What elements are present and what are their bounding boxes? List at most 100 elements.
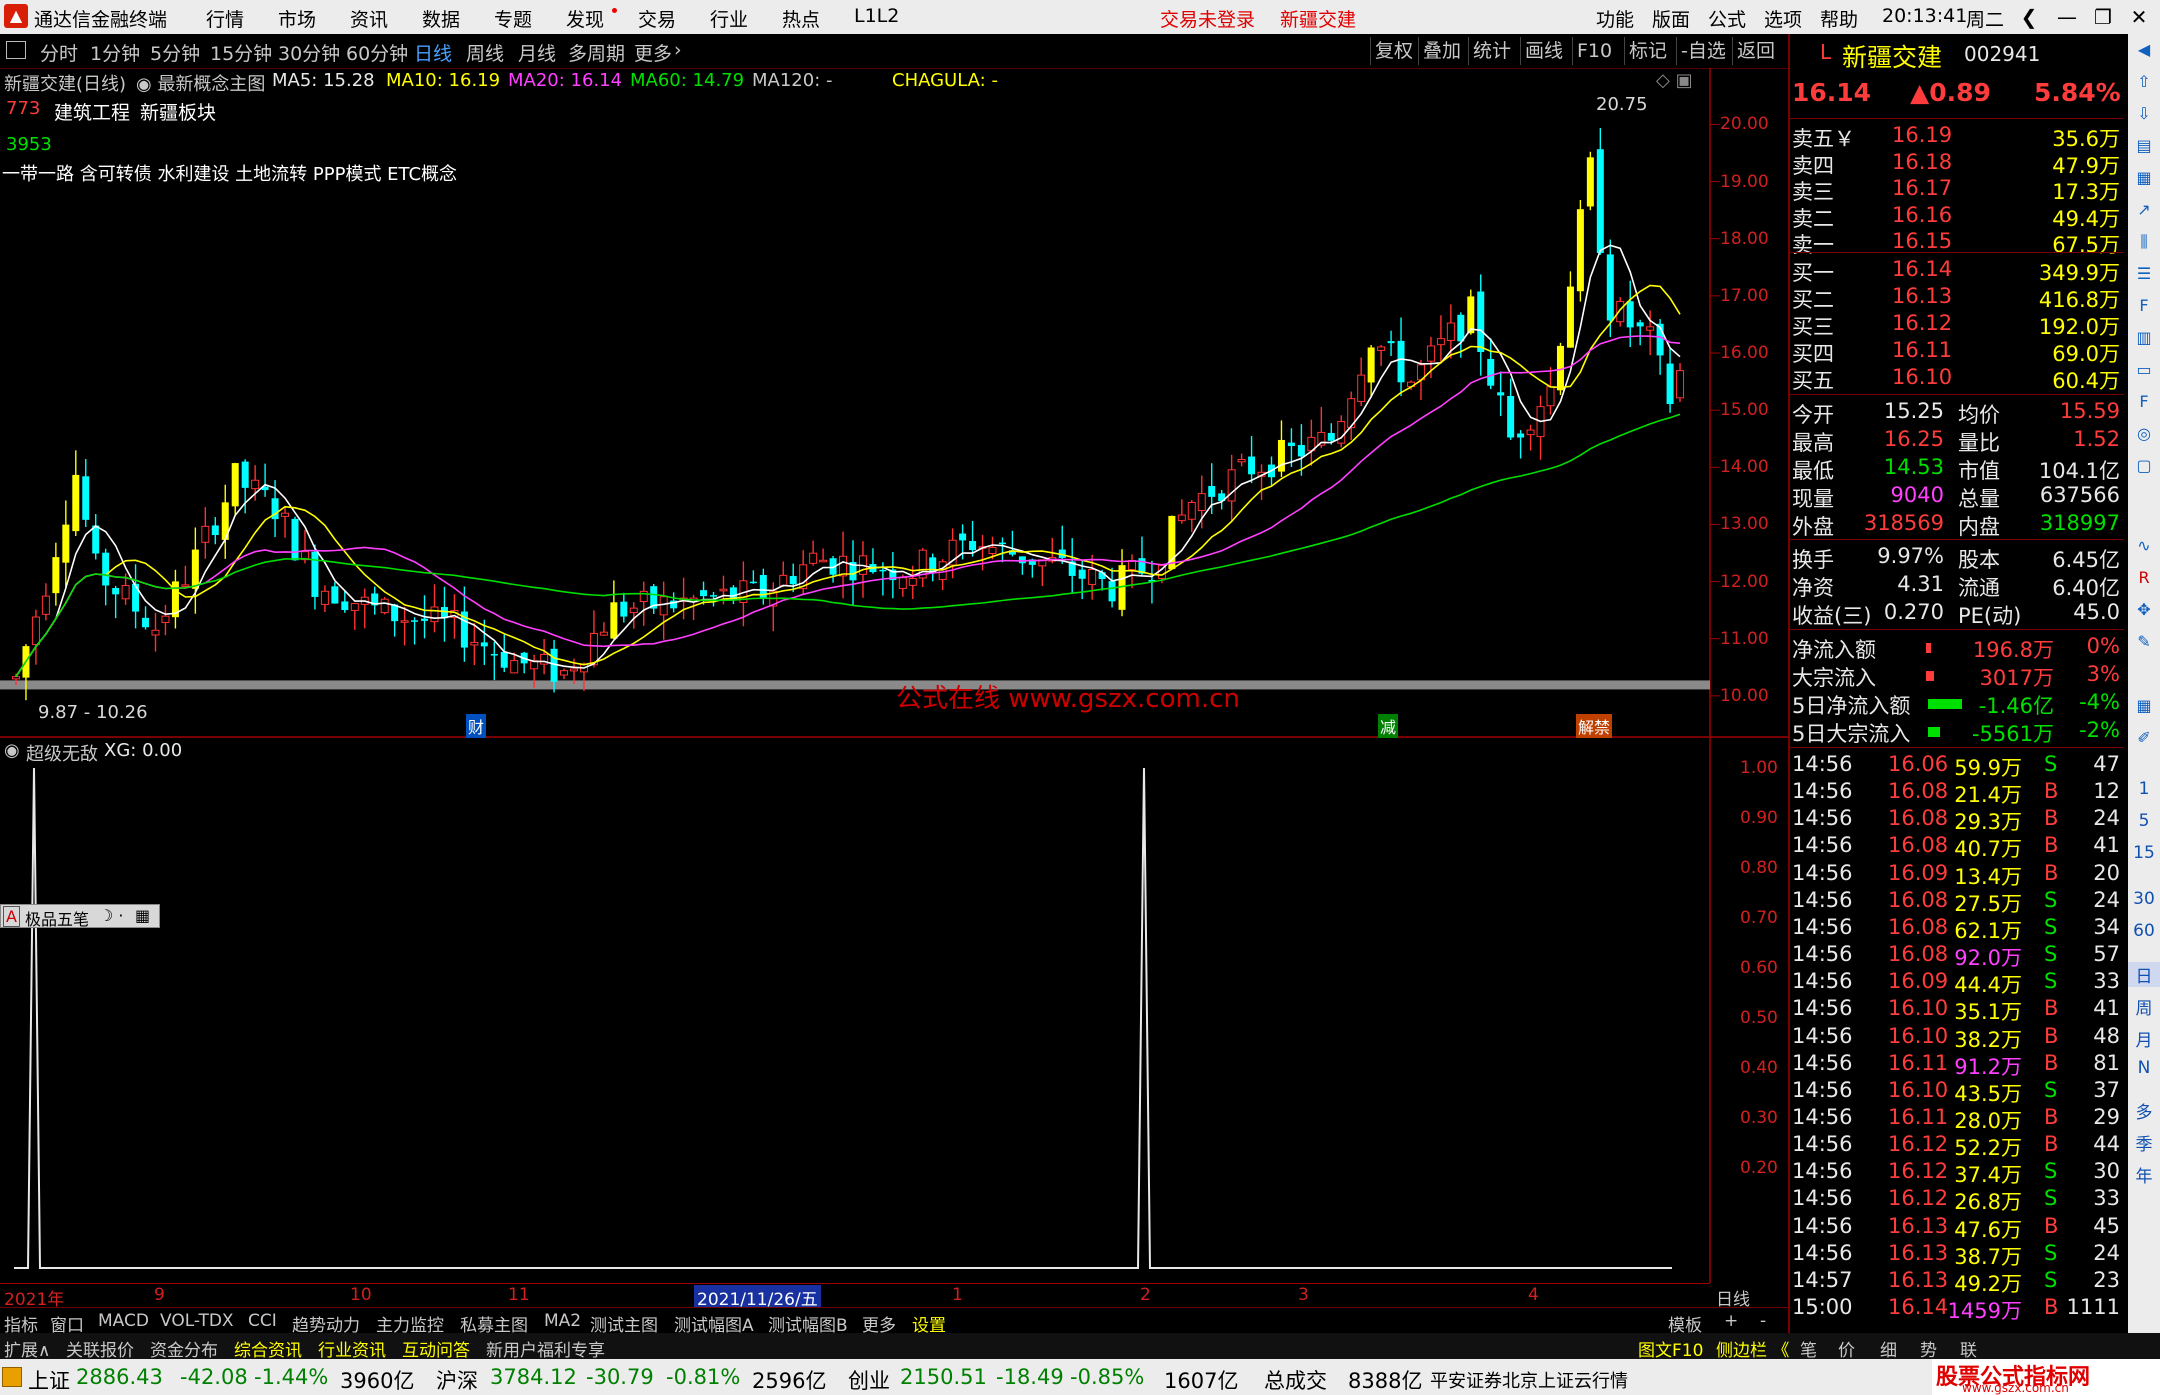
period-tab-60min[interactable]: 60分钟 — [346, 39, 408, 66]
sidebar-period-30[interactable]: 30 — [2128, 889, 2160, 909]
watchlist-button[interactable]: -自选 — [1676, 37, 1730, 65]
stat-row[interactable]: 今开 15.25 均价 15.59 — [1790, 398, 2124, 427]
tick-row[interactable]: 14:56 16.13 38.7万 S 24 — [1790, 1240, 2124, 1269]
stat-row[interactable]: 最高 16.25 量比 1.52 — [1790, 426, 2124, 455]
login-status[interactable]: 交易未登录 — [1160, 5, 1255, 32]
zoom-in-button[interactable]: + — [1724, 1311, 1738, 1331]
sidebar-period-15[interactable]: 15 — [2128, 843, 2160, 863]
move-icon[interactable]: ✥ — [2132, 598, 2156, 622]
document-icon[interactable]: ▭ — [2132, 358, 2156, 382]
period-tab-1min[interactable]: 1分钟 — [90, 39, 140, 66]
tick-row[interactable]: 14:56 16.12 52.2万 B 44 — [1790, 1131, 2124, 1160]
period-tab-multi[interactable]: 多周期 — [568, 39, 625, 66]
tab-detail[interactable]: 细 — [1880, 1336, 1897, 1361]
cy-index-label[interactable]: 创业 — [848, 1365, 890, 1395]
tab-price[interactable]: 价 — [1838, 1336, 1855, 1361]
menu-l1l2[interactable]: L1L2 — [854, 5, 899, 27]
tick-row[interactable]: 14:56 16.08 40.7万 B 41 — [1790, 832, 2124, 861]
chart-options-icon[interactable]: ◇ ▣ — [1656, 70, 1693, 91]
period-tab-more[interactable]: 更多 — [634, 39, 672, 66]
bid-row[interactable]: 买一 16.14 349.9万 — [1790, 256, 2124, 285]
f10-button[interactable]: F10 — [1572, 37, 1616, 65]
menu-discover[interactable]: 发现 — [566, 5, 604, 32]
table-icon[interactable]: ▥ — [2132, 326, 2156, 350]
tick-row[interactable]: 14:56 16.11 28.0万 B 29 — [1790, 1104, 2124, 1133]
sidebar-period-multi[interactable]: 多 — [2128, 1098, 2160, 1123]
rsi-icon[interactable]: R — [2132, 566, 2156, 590]
tab-related-quotes[interactable]: 关联报价 — [66, 1336, 134, 1361]
tab-vol-tdx[interactable]: VOL-TDX — [160, 1311, 234, 1331]
tick-row[interactable]: 14:56 16.11 91.2万 B 81 — [1790, 1050, 2124, 1079]
sidebar-period-5[interactable]: 5 — [2128, 811, 2160, 831]
bid-row[interactable]: 买四 16.11 69.0万 — [1790, 337, 2124, 366]
tick-row[interactable]: 14:56 16.08 62.1万 S 34 — [1790, 914, 2124, 943]
tick-row[interactable]: 14:56 16.06 59.9万 S 47 — [1790, 751, 2124, 780]
template-selector[interactable]: ◉ 最新概念主图 — [136, 70, 265, 96]
tick-row[interactable]: 14:56 16.08 21.4万 B 12 — [1790, 778, 2124, 807]
tick-row[interactable]: 14:56 16.12 26.8万 S 33 — [1790, 1185, 2124, 1214]
tab-fund-distribution[interactable]: 资金分布 — [150, 1336, 218, 1361]
ime-keyboard-icon[interactable]: ▦ — [135, 906, 150, 925]
menu-layout[interactable]: 版面 — [1652, 5, 1690, 32]
period-tab-daily[interactable]: 日线 — [414, 39, 452, 66]
chat-icon[interactable]: ▢ — [2132, 454, 2156, 478]
period-tab-weekly[interactable]: 周线 — [466, 39, 504, 66]
bid-row[interactable]: 买五 16.10 60.4万 — [1790, 364, 2124, 393]
ime-moon-icon[interactable]: ☽ · — [99, 906, 124, 925]
fundamental-row[interactable]: 换手 9.97% 股本 6.45亿 — [1790, 543, 2124, 572]
ask-row[interactable]: 卖三 16.17 17.3万 — [1790, 175, 2124, 204]
sidebar-period-year[interactable]: 年 — [2128, 1162, 2160, 1187]
tab-link[interactable]: 联 — [1960, 1336, 1977, 1361]
stat-row[interactable]: 现量 9040 总量 637566 — [1790, 482, 2124, 511]
brush-icon[interactable]: ✐ — [2132, 726, 2156, 750]
indicator-toggle-icon[interactable]: ◉ — [4, 740, 20, 761]
tab-cci[interactable]: CCI — [248, 1311, 277, 1331]
menu-options[interactable]: 选项 — [1764, 5, 1802, 32]
sidebar-period-day[interactable]: 日 — [2128, 962, 2160, 987]
indicator-chart[interactable]: ◉ 超级无敌 XG: 0.00 A 极品五笔 ☽ · ▦ 1.00 0.90 0.8… — [0, 738, 1788, 1283]
menu-function[interactable]: 功能 — [1596, 5, 1634, 32]
fundamental-row[interactable]: 收益(三) 0.270 PE(动) 45.0 — [1790, 599, 2124, 628]
period-tab-5min[interactable]: 5分钟 — [150, 39, 200, 66]
tick-row[interactable]: 14:56 16.08 29.3万 B 24 — [1790, 805, 2124, 834]
grid-icon[interactable]: ▦ — [2132, 166, 2156, 190]
menu-formula[interactable]: 公式 — [1708, 5, 1746, 32]
bid-row[interactable]: 买二 16.13 416.8万 — [1790, 283, 2124, 312]
settings-icon[interactable]: ▦ — [2132, 694, 2156, 718]
menu-quotes[interactable]: 行情 — [206, 5, 244, 32]
tab-general-news[interactable]: 综合资讯 — [234, 1336, 302, 1361]
panel-toggle-icon[interactable] — [6, 41, 26, 59]
f12-icon[interactable]: F — [2132, 390, 2156, 414]
tick-row[interactable]: 15:00 16.14 1459万 B 1111 — [1790, 1294, 2124, 1323]
sidebar-period-week[interactable]: 周 — [2128, 994, 2160, 1019]
sidebar-toggle[interactable]: 侧边栏 《 — [1716, 1336, 1789, 1361]
bid-row[interactable]: 买三 16.12 192.0万 — [1790, 310, 2124, 339]
fundamental-row[interactable]: 净资 4.31 流通 6.40亿 — [1790, 571, 2124, 600]
ime-toolbar[interactable]: A 极品五笔 ☽ · ▦ — [0, 904, 160, 929]
minimize-icon[interactable]: — — [2048, 2, 2086, 32]
list-icon[interactable]: ☰ — [2132, 262, 2156, 286]
draw-button[interactable]: 画线 — [1520, 37, 1567, 65]
period-tab-30min[interactable]: 30分钟 — [278, 39, 340, 66]
kline-icon[interactable]: ⫼ — [2132, 230, 2156, 254]
candlestick-chart[interactable]: 新疆交建(日线) ◉ 最新概念主图 MA5: 15.28 MA10: 16.19… — [0, 68, 1788, 738]
menu-topic[interactable]: 专题 — [494, 5, 532, 32]
tick-row[interactable]: 14:56 16.13 47.6万 B 45 — [1790, 1213, 2124, 1242]
ask-row[interactable]: 卖二 16.16 49.4万 — [1790, 202, 2124, 231]
tab-trend[interactable]: 势 — [1920, 1336, 1937, 1361]
period-tab-intraday[interactable]: 分时 — [40, 39, 78, 66]
tick-row[interactable]: 14:56 16.10 35.1万 B 41 — [1790, 995, 2124, 1024]
tab-industry-news[interactable]: 行业资讯 — [318, 1336, 386, 1361]
tab-macd[interactable]: MACD — [98, 1311, 149, 1331]
arrow-up-icon[interactable]: ⇧ — [2132, 70, 2156, 94]
stat-row[interactable]: 最低 14.53 市值 104.1亿 — [1790, 454, 2124, 483]
back-button[interactable]: 返回 — [1732, 37, 1779, 65]
f10-graphic-button[interactable]: 图文F10 — [1638, 1336, 1703, 1361]
flow-row[interactable]: 净流入额 196.8万 0% — [1790, 633, 2124, 662]
sidebar-period-1[interactable]: 1 — [2128, 779, 2160, 799]
ime-mode-icon[interactable]: A — [3, 906, 20, 927]
restore-icon[interactable]: ❐ — [2084, 2, 2122, 32]
trend-icon[interactable]: ↗ — [2132, 198, 2156, 222]
financial-report-marker[interactable]: 财 — [466, 714, 487, 738]
tick-row[interactable]: 14:56 16.10 43.5万 S 37 — [1790, 1077, 2124, 1106]
